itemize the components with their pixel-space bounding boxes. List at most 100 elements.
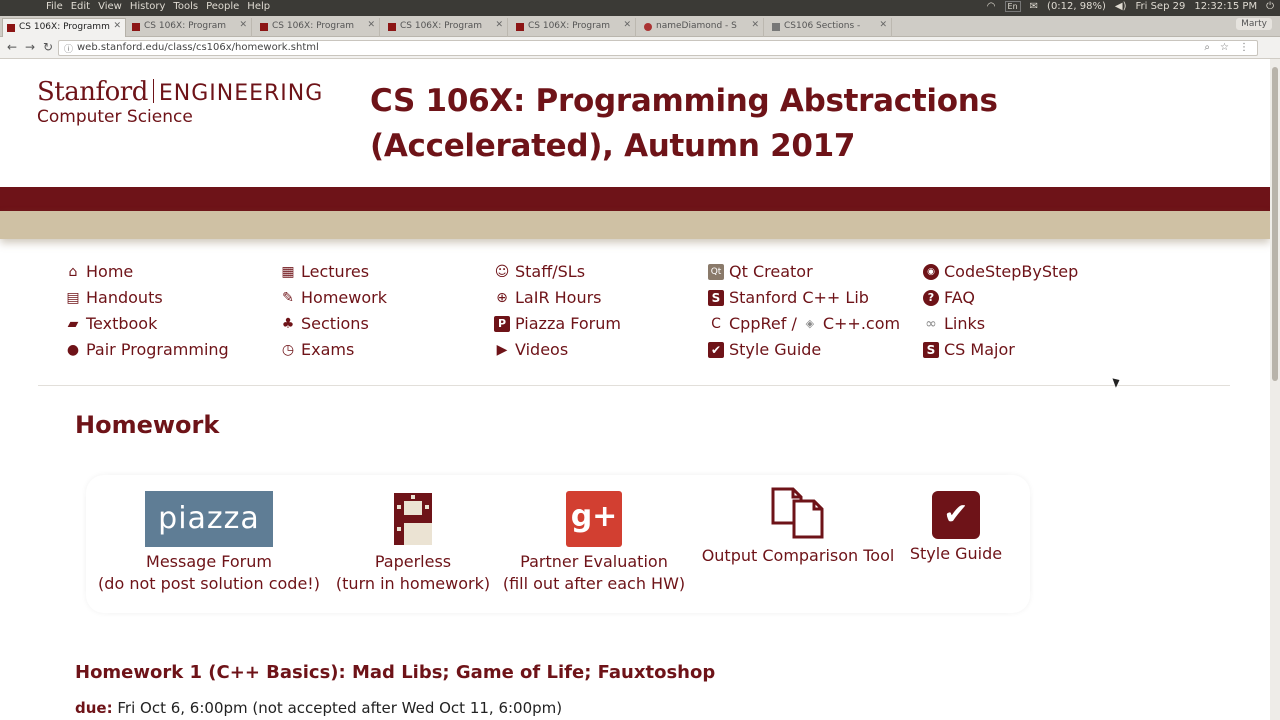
nav-qt-creator[interactable]: Qt Qt Creator	[708, 262, 813, 281]
tree-icon: ♣	[281, 315, 295, 332]
stanford-engineering-logo[interactable]: Stanford ENGINEERING Computer Science	[37, 77, 323, 127]
nav-exams[interactable]: ◷ Exams	[280, 340, 354, 359]
volume-icon[interactable]: ◀)	[1115, 1, 1127, 12]
nav-sections[interactable]: ♣ Sections	[280, 314, 369, 333]
qt-icon: Qt	[708, 263, 724, 280]
menu-view[interactable]: View	[98, 1, 122, 12]
nav-faq[interactable]: ? FAQ	[923, 288, 975, 307]
tab-cs106x-3[interactable]: CS 106X: Program ✕	[256, 18, 380, 37]
tool-output-comparison[interactable]: Output Comparison Tool	[698, 485, 898, 567]
google-plus-icon: g+	[566, 491, 622, 547]
cplusplus-icon: ◈	[805, 316, 815, 330]
browser-profile[interactable]: Marty	[1236, 18, 1272, 30]
close-tab-icon[interactable]: ✕	[113, 21, 121, 31]
info-icon[interactable]: ⓘ	[64, 42, 73, 55]
nav-style-guide[interactable]: ✔ Style Guide	[708, 340, 821, 359]
tab-namediamond[interactable]: nameDiamond - S ✕	[640, 18, 764, 37]
date[interactable]: Fri Sep 29	[1135, 1, 1185, 12]
checkbox-icon: ✔	[708, 341, 724, 358]
logo-separator	[152, 79, 154, 103]
header-red-band	[0, 187, 1270, 211]
tool-paperless[interactable]: Paperless (turn in homework)	[332, 491, 494, 595]
menu-people[interactable]: People	[206, 1, 239, 12]
nav-links[interactable]: ∞ Links	[923, 314, 985, 333]
nav-cs-major[interactable]: S CS Major	[923, 340, 1015, 359]
stanford-favicon-icon	[516, 23, 524, 31]
nav-textbook[interactable]: ▰ Textbook	[65, 314, 158, 333]
stanford-favicon-icon	[388, 23, 396, 31]
tool-message-forum[interactable]: piazza Message Forum (do not post soluti…	[94, 491, 324, 595]
cppref-icon: C	[711, 315, 721, 332]
browser-toolbar: ← → ↻ ⓘ web.stanford.edu/class/cs106x/ho…	[0, 37, 1280, 59]
nav-home[interactable]: ⌂ Home	[65, 262, 134, 281]
section-heading: Homework	[75, 411, 220, 439]
close-tab-icon[interactable]: ✕	[623, 20, 631, 30]
forward-arrow-icon[interactable]: →	[22, 40, 38, 54]
menu-file[interactable]: File	[46, 1, 63, 12]
tab-cs106x-5[interactable]: CS 106X: Program ✕	[512, 18, 636, 37]
mail-icon[interactable]: ✉	[1030, 1, 1038, 12]
nav-pair-programming[interactable]: ● Pair Programming	[65, 340, 229, 359]
nav-handouts[interactable]: ▤ Handouts	[65, 288, 162, 307]
close-tab-icon[interactable]: ✕	[751, 20, 759, 30]
reload-icon[interactable]: ↻	[40, 40, 56, 54]
keyboard-lang[interactable]: En	[1004, 1, 1021, 12]
close-tab-icon[interactable]: ✕	[879, 20, 887, 30]
checkbox-icon: ✔	[932, 491, 980, 539]
tab-cs106x-4[interactable]: CS 106X: Program ✕	[384, 18, 508, 37]
address-bar[interactable]: ⓘ web.stanford.edu/class/cs106x/homework…	[58, 40, 1258, 56]
stanford-s-icon: S	[708, 289, 724, 306]
nav-staff[interactable]: ☺ Staff/SLs	[494, 262, 585, 281]
menu-icon[interactable]: ⋮	[1239, 42, 1249, 53]
tab-cs106x-1[interactable]: CS 106X: Programm ✕	[2, 18, 126, 37]
close-tab-icon[interactable]: ✕	[495, 20, 503, 30]
nav-cppref[interactable]: C CppRef / ◈ C++.com	[708, 314, 900, 333]
menu-tools[interactable]: Tools	[173, 1, 198, 12]
paperless-logo-icon	[392, 491, 434, 547]
close-tab-icon[interactable]: ✕	[367, 20, 375, 30]
nav-piazza-forum[interactable]: P Piazza Forum	[494, 314, 621, 333]
app-menu-bar: File Edit View History Tools People Help	[46, 1, 270, 12]
tool-style-guide[interactable]: ✔ Style Guide	[901, 491, 1011, 565]
stanford-favicon-icon	[260, 23, 268, 31]
codestep-icon: ◉	[923, 263, 939, 280]
nav-videos[interactable]: ▶ Videos	[494, 340, 569, 359]
nav-codestepbystep[interactable]: ◉ CodeStepByStep	[923, 262, 1078, 281]
cs-major-icon: S	[923, 341, 939, 358]
question-icon: ?	[923, 289, 939, 306]
menu-help[interactable]: Help	[247, 1, 270, 12]
due-label: due:	[75, 699, 113, 717]
bookmark-star-icon[interactable]: ☆	[1220, 42, 1229, 53]
wifi-icon[interactable]: ◠	[987, 1, 996, 12]
nav-lair-hours[interactable]: ⊕ LaIR Hours	[494, 288, 601, 307]
piazza-icon: P	[494, 315, 510, 332]
piazza-logo-icon: piazza	[145, 491, 273, 547]
nav-stanford-cpp-lib[interactable]: S Stanford C++ Lib	[708, 288, 869, 307]
os-top-panel: File Edit View History Tools People Help…	[0, 0, 1280, 16]
back-arrow-icon[interactable]: ←	[4, 40, 20, 54]
menu-history[interactable]: History	[130, 1, 166, 12]
section-divider	[38, 385, 1230, 386]
lifebuoy-icon: ⊕	[496, 289, 508, 306]
tab-cs106x-2[interactable]: CS 106X: Program ✕	[128, 18, 252, 37]
smile-icon: ☺	[494, 263, 510, 280]
close-tab-icon[interactable]: ✕	[239, 20, 247, 30]
scrollbar-thumb[interactable]	[1272, 67, 1278, 381]
web-page: Stanford ENGINEERING Computer Science CS …	[0, 59, 1270, 720]
tab-cs106-sections[interactable]: CS106 Sections - ✕	[768, 18, 892, 37]
edit-icon: ✎	[282, 289, 294, 306]
battery-status[interactable]: (0:12, 98%)	[1047, 1, 1106, 12]
nav-lectures[interactable]: ▦ Lectures	[280, 262, 369, 281]
clock[interactable]: 12:32:15 PM	[1194, 1, 1257, 12]
menu-edit[interactable]: Edit	[71, 1, 90, 12]
tool-partner-evaluation[interactable]: g+ Partner Evaluation (fill out after ea…	[496, 491, 692, 595]
clock-icon: ◷	[281, 341, 295, 358]
page-scrollbar[interactable]	[1270, 59, 1280, 720]
nav-homework[interactable]: ✎ Homework	[280, 288, 387, 307]
book-icon: ▤	[66, 289, 80, 306]
zoom-icon[interactable]: ⌕	[1204, 42, 1210, 53]
homework-1-title: Homework 1 (C++ Basics): Mad Libs; Game …	[75, 662, 716, 683]
users-icon: ●	[66, 341, 80, 358]
power-icon[interactable]: ⏻	[1266, 1, 1274, 12]
loading-favicon-icon	[772, 23, 780, 31]
